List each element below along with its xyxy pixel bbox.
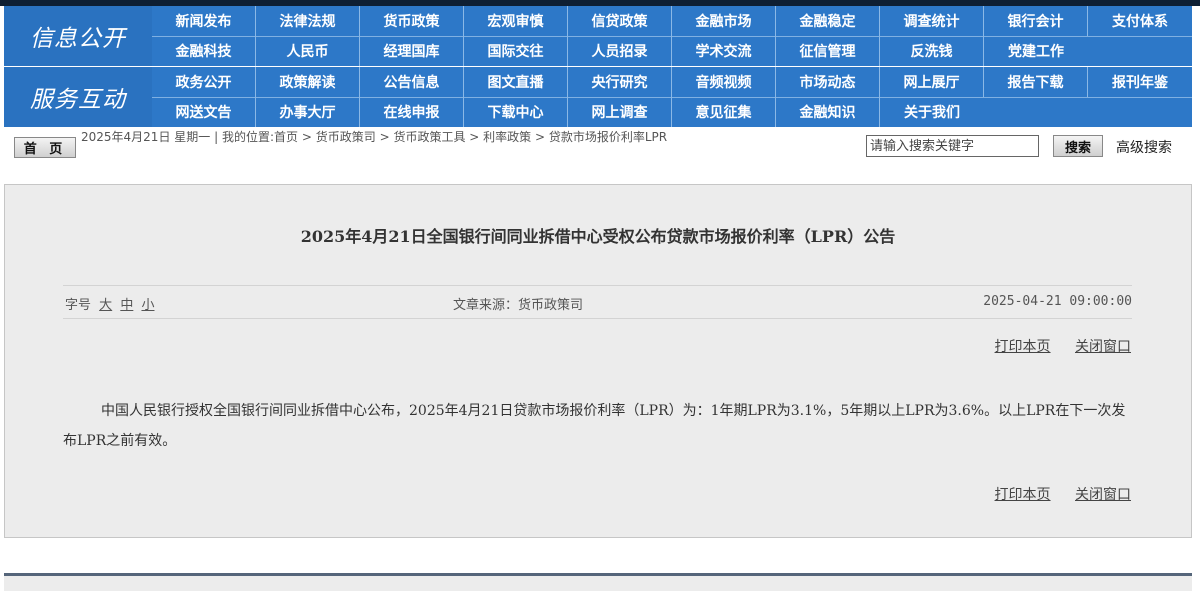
nav-item[interactable]: 金融稳定	[776, 6, 880, 36]
nav-item[interactable]: 法律法规	[256, 6, 360, 36]
nav-item[interactable]: 办事大厅	[256, 97, 360, 127]
nav-item[interactable]: 宏观审慎	[464, 6, 568, 36]
print-page-link[interactable]: 打印本页	[995, 487, 1051, 503]
breadcrumb-item-lpr[interactable]: 贷款市场报价利率LPR	[549, 130, 667, 144]
nav-item[interactable]: 调查统计	[880, 6, 984, 36]
nav-item[interactable]: 下载中心	[464, 97, 568, 127]
nav-item[interactable]: 金融科技	[152, 36, 256, 66]
article-tools-top: 打印本页 关闭窗口	[975, 336, 1131, 356]
nav-item[interactable]: 市场动态	[776, 67, 880, 97]
nav-item[interactable]: 银行会计	[984, 6, 1088, 36]
nav-item[interactable]: 金融市场	[672, 6, 776, 36]
service-interaction-logo: 服务互动	[4, 67, 152, 127]
breadcrumb-arrow: >	[379, 130, 394, 144]
nav-item[interactable]: 人员招录	[568, 36, 672, 66]
font-large-link[interactable]: 大	[99, 298, 112, 313]
nav-item[interactable]: 报刊年鉴	[1088, 67, 1192, 97]
nav-item[interactable]: 央行研究	[568, 67, 672, 97]
nav-item[interactable]: 图文直播	[464, 67, 568, 97]
service-nav-row-1: 政务公开 政策解读 公告信息 图文直播 央行研究 音频视频 市场动态 网上展厅 报告下载 报刊年鉴	[152, 67, 1192, 97]
publish-time: 2025-04-21 09:00:00	[983, 294, 1132, 309]
nav-item[interactable]: 支付体系	[1088, 6, 1192, 36]
print-page-link[interactable]: 打印本页	[995, 339, 1051, 355]
info-disclosure-nav: 信息公开 新闻发布 法律法规 货币政策 宏观审慎 信贷政策 金融市场 金融稳定 调查统计 银行会…	[4, 6, 1192, 66]
article-body: 中国人民银行授权全国银行间同业拆借中心公布，2025年4月21日贷款市场报价利率…	[63, 403, 1126, 449]
breadcrumb-item-home[interactable]: 首页	[274, 130, 298, 144]
search-button[interactable]: 搜索	[1053, 135, 1103, 157]
article-tools-bottom: 打印本页 关闭窗口	[975, 484, 1131, 504]
nav-item[interactable]: 公告信息	[360, 67, 464, 97]
breadcrumb-item-rate-policy[interactable]: 利率政策	[483, 130, 531, 144]
nav-item[interactable]: 网送文告	[152, 97, 256, 127]
info-disclosure-logo: 信息公开	[4, 6, 152, 66]
nav-item[interactable]: 学术交流	[672, 36, 776, 66]
breadcrumb-arrow: >	[535, 130, 549, 144]
breadcrumb-arrow: >	[469, 130, 484, 144]
nav-item[interactable]: 国际交往	[464, 36, 568, 66]
home-button[interactable]: 首 页	[14, 137, 76, 158]
nav-item[interactable]: 金融知识	[776, 97, 880, 127]
service-interaction-nav: 服务互动 政务公开 政策解读 公告信息 图文直播 央行研究 音频视频 市场动态 网上展厅 报告下…	[4, 67, 1192, 127]
nav-item[interactable]: 网上调查	[568, 97, 672, 127]
info-nav-row-2: 金融科技 人民币 经理国库 国际交往 人员招录 学术交流 征信管理 反洗钱 党建工作	[152, 36, 1088, 66]
nav-item[interactable]: 党建工作	[984, 36, 1088, 66]
nav-item[interactable]: 政策解读	[256, 67, 360, 97]
font-medium-link[interactable]: 中	[120, 298, 133, 313]
article-source: 文章来源：货币政策司	[453, 298, 584, 313]
nav-item[interactable]: 信贷政策	[568, 6, 672, 36]
advanced-search-link[interactable]: 高级搜索	[1116, 137, 1172, 157]
current-date: 2025年4月21日 星期一	[81, 130, 211, 144]
breadcrumb-arrow: >	[301, 130, 316, 144]
breadcrumb-item-policy-tools[interactable]: 货币政策工具	[393, 130, 465, 144]
font-size-control: 字号 大 中 小	[65, 294, 154, 313]
breadcrumb-separator: |	[214, 130, 222, 144]
font-size-label: 字号	[65, 298, 92, 313]
nav-item[interactable]: 新闻发布	[152, 6, 256, 36]
service-nav-row-2: 网送文告 办事大厅 在线申报 下载中心 网上调查 意见征集 金融知识 关于我们	[152, 97, 984, 127]
nav-item[interactable]: 征信管理	[776, 36, 880, 66]
breadcrumb: 2025年4月21日 星期一 | 我的位置:首页 > 货币政策司 > 货币政策工…	[81, 129, 863, 145]
nav-item[interactable]: 报告下载	[984, 67, 1088, 97]
location-label: 我的位置:	[221, 130, 274, 144]
info-nav-row-1: 新闻发布 法律法规 货币政策 宏观审慎 信贷政策 金融市场 金融稳定 调查统计 银行会计 支付体系	[152, 6, 1192, 36]
article-meta: 字号 大 中 小 文章来源：货币政策司 2025-04-21 09:00:00	[63, 285, 1132, 319]
nav-item[interactable]: 政务公开	[152, 67, 256, 97]
nav-item[interactable]: 经理国库	[360, 36, 464, 66]
nav-item[interactable]: 网上展厅	[880, 67, 984, 97]
article-container: 2025年4月21日全国银行间同业拆借中心受权公布贷款市场报价利率（LPR）公告…	[4, 184, 1192, 538]
nav-item[interactable]: 意见征集	[672, 97, 776, 127]
font-small-link[interactable]: 小	[141, 298, 154, 313]
breadcrumb-item-monetary-policy-dept[interactable]: 货币政策司	[316, 130, 376, 144]
close-window-link[interactable]: 关闭窗口	[1075, 339, 1131, 355]
nav-item[interactable]: 货币政策	[360, 6, 464, 36]
nav-item[interactable]: 反洗钱	[880, 36, 984, 66]
nav-item[interactable]: 音频视频	[672, 67, 776, 97]
article-title: 2025年4月21日全国银行间同业拆借中心受权公布贷款市场报价利率（LPR）公告	[300, 227, 896, 246]
close-window-link[interactable]: 关闭窗口	[1075, 487, 1131, 503]
search-input[interactable]	[866, 135, 1039, 157]
nav-item[interactable]: 在线申报	[360, 97, 464, 127]
nav-item[interactable]: 人民币	[256, 36, 360, 66]
footer-strip	[4, 573, 1192, 591]
nav-item[interactable]: 关于我们	[880, 97, 984, 127]
